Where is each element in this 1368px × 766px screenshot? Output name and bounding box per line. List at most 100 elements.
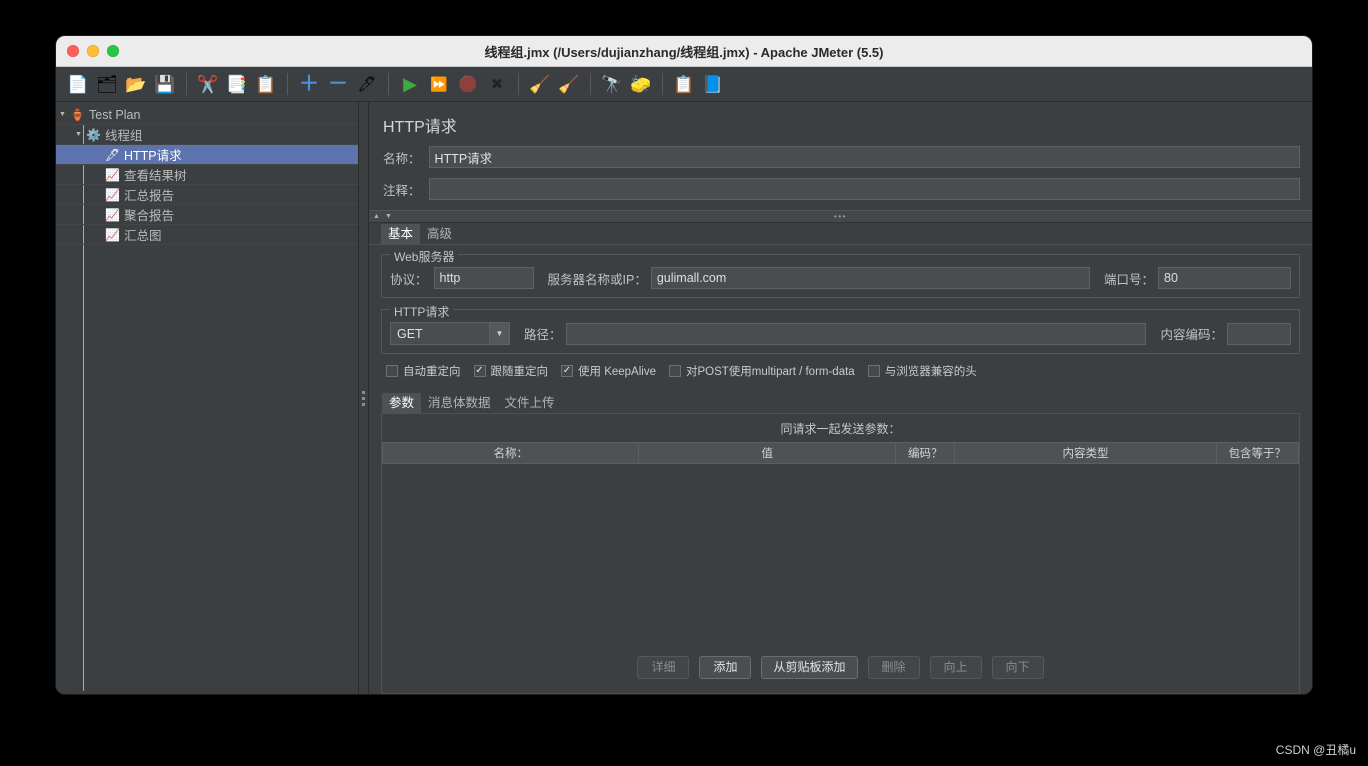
templates-icon[interactable]: 🗂	[93, 70, 121, 98]
content-encoding-input[interactable]	[1227, 322, 1291, 345]
toolbar-divider	[518, 73, 519, 95]
detail-button[interactable]: 详细	[637, 656, 690, 679]
tab-files-upload[interactable]: 文件上传	[498, 393, 562, 413]
copy-icon[interactable]: 📑	[223, 70, 251, 98]
collapse-all-icon[interactable]: －	[324, 70, 352, 98]
tree-node-thread-group[interactable]: ▼ ⚙️ 线程组	[56, 125, 358, 145]
close-window-button[interactable]	[67, 45, 79, 57]
parameters-table: 名称： 值 编码？ 内容类型 包含等于？	[381, 442, 1300, 464]
stop-icon[interactable]: 🛑	[454, 70, 482, 98]
checkbox-label: 跟随重定向	[490, 366, 549, 378]
delete-button[interactable]: 删除	[867, 656, 920, 679]
path-input[interactable]	[565, 322, 1147, 345]
chevron-down-icon[interactable]: ▼	[489, 323, 509, 344]
web-server-group-title: Web服务器	[390, 248, 459, 265]
add-from-clipboard-button[interactable]: 从剪贴板添加	[761, 656, 858, 679]
column-header-value[interactable]: 值	[638, 442, 896, 464]
parameter-action-buttons: 详细 添加 从剪贴板添加 删除 向上 向下	[382, 644, 1299, 693]
tree-node-aggregate-report[interactable]: 📈 聚合报告	[56, 205, 358, 225]
column-header-encode[interactable]: 编码？	[894, 442, 956, 464]
tab-body-data[interactable]: 消息体数据	[421, 393, 498, 413]
request-options-row: 自动重定向 ✓ 跟随重定向 ✓ 使用 KeepAlive 对POST使用mult…	[381, 363, 1300, 379]
method-select[interactable]: GET ▼	[390, 322, 510, 345]
tab-panel-basic: Web服务器 协议： 服务器名称或IP： 端口号： HTTP请求	[369, 244, 1312, 694]
search-icon[interactable]: 🔭	[598, 70, 626, 98]
host-input[interactable]	[650, 267, 1090, 289]
name-input[interactable]	[428, 146, 1300, 168]
shutdown-icon[interactable]: ✖	[483, 70, 511, 98]
tree-node-label: 汇总报告	[124, 189, 175, 203]
chevron-down-icon[interactable]: ▼	[72, 131, 85, 138]
content-encoding-label: 内容编码：	[1160, 328, 1223, 342]
checkbox-box[interactable]	[867, 365, 880, 377]
tree-node-view-results-tree[interactable]: 📈 查看结果树	[56, 165, 358, 185]
host-label: 服务器名称或IP：	[547, 272, 647, 287]
table-header-row: 名称： 值 编码？ 内容类型 包含等于？	[381, 442, 1300, 464]
maximize-window-button[interactable]	[107, 45, 119, 57]
tab-parameters[interactable]: 参数	[382, 393, 422, 413]
column-header-include-equals[interactable]: 包含等于？	[1215, 442, 1300, 464]
checkbox-box[interactable]	[668, 365, 681, 377]
chevron-down-icon[interactable]: ▼	[56, 111, 69, 118]
paste-icon[interactable]: 📋	[252, 70, 280, 98]
thread-group-icon: ⚙️	[86, 127, 101, 142]
checkbox-browser-compatible-headers[interactable]: 与浏览器兼容的头	[867, 363, 977, 379]
collapse-handle-dots[interactable]: •••	[369, 210, 1312, 223]
parameters-table-body[interactable]	[382, 464, 1299, 644]
checkbox-box[interactable]: ✓	[473, 365, 486, 377]
tree-node-http-request[interactable]: 🖋 HTTP请求	[56, 145, 358, 165]
toolbar-divider	[590, 73, 591, 95]
function-helper-icon[interactable]: 📋	[670, 70, 698, 98]
expand-all-icon[interactable]: ＋	[295, 70, 323, 98]
http-request-group: HTTP请求 GET ▼ 路径： 内容编码：	[381, 303, 1300, 354]
clear-all-icon[interactable]: 🧹	[555, 70, 583, 98]
protocol-label: 协议：	[390, 272, 428, 287]
move-down-button[interactable]: 向下	[991, 656, 1044, 679]
new-icon[interactable]: 📄	[64, 70, 92, 98]
parameters-tabstrip: 参数 消息体数据 文件上传	[381, 393, 1300, 413]
column-header-name[interactable]: 名称：	[381, 442, 640, 464]
port-label: 端口号：	[1103, 272, 1154, 287]
column-header-content-type[interactable]: 内容类型	[954, 442, 1217, 464]
checkbox-multipart[interactable]: 对POST使用multipart / form-data	[668, 363, 855, 379]
watermark: CSDN @丑橘u	[1275, 743, 1356, 757]
toggle-icon[interactable]: 🖊	[353, 70, 381, 98]
tree-node-test-plan[interactable]: ▼ 🏺 Test Plan	[56, 105, 358, 125]
minimize-window-button[interactable]	[87, 45, 99, 57]
reset-search-icon[interactable]: 🧽	[627, 70, 655, 98]
tab-advanced[interactable]: 高级	[420, 224, 459, 244]
save-icon[interactable]: 💾	[151, 70, 179, 98]
name-label: 名称：	[383, 151, 421, 166]
clear-icon[interactable]: 🧹	[526, 70, 554, 98]
checkbox-keepalive[interactable]: ✓ 使用 KeepAlive	[561, 363, 656, 379]
tab-basic[interactable]: 基本	[381, 224, 421, 244]
tree-node-aggregate-graph[interactable]: 📈 汇总图	[56, 225, 358, 245]
move-up-button[interactable]: 向上	[929, 656, 982, 679]
tree-node-summary-report[interactable]: 📈 汇总报告	[56, 185, 358, 205]
help-icon[interactable]: 📘	[699, 70, 727, 98]
checkbox-auto-redirect[interactable]: 自动重定向	[386, 363, 461, 379]
open-icon[interactable]: 📂	[122, 70, 150, 98]
name-field-row: 名称：	[369, 146, 1312, 168]
panel-splitter[interactable]	[359, 102, 369, 694]
add-button[interactable]: 添加	[699, 656, 752, 679]
checkbox-box[interactable]	[386, 365, 398, 377]
test-plan-icon: 🏺	[70, 107, 85, 122]
http-request-editor: HTTP请求 名称： 注释： ▲ ▼ ••• 基本 高级	[369, 102, 1312, 694]
tree-node-label: 汇总图	[124, 229, 162, 243]
http-request-row: GET ▼ 路径： 内容编码：	[390, 322, 1291, 345]
window-controls	[56, 45, 119, 57]
checkbox-follow-redirect[interactable]: ✓ 跟随重定向	[473, 363, 549, 379]
listener-icon: 📈	[105, 227, 120, 242]
checkbox-box[interactable]: ✓	[561, 365, 573, 377]
port-input[interactable]	[1158, 267, 1291, 289]
main-tabstrip: 基本 高级	[369, 223, 1312, 244]
protocol-input[interactable]	[433, 267, 534, 289]
cut-icon[interactable]: ✂️	[194, 70, 222, 98]
method-value: GET	[397, 326, 423, 341]
start-no-timers-icon[interactable]: ⏩	[425, 70, 453, 98]
collapse-strip[interactable]: ▲ ▼ •••	[369, 210, 1312, 223]
comment-input[interactable]	[428, 178, 1300, 200]
start-icon[interactable]: ▶	[396, 70, 424, 98]
listener-icon: 📈	[105, 207, 120, 222]
